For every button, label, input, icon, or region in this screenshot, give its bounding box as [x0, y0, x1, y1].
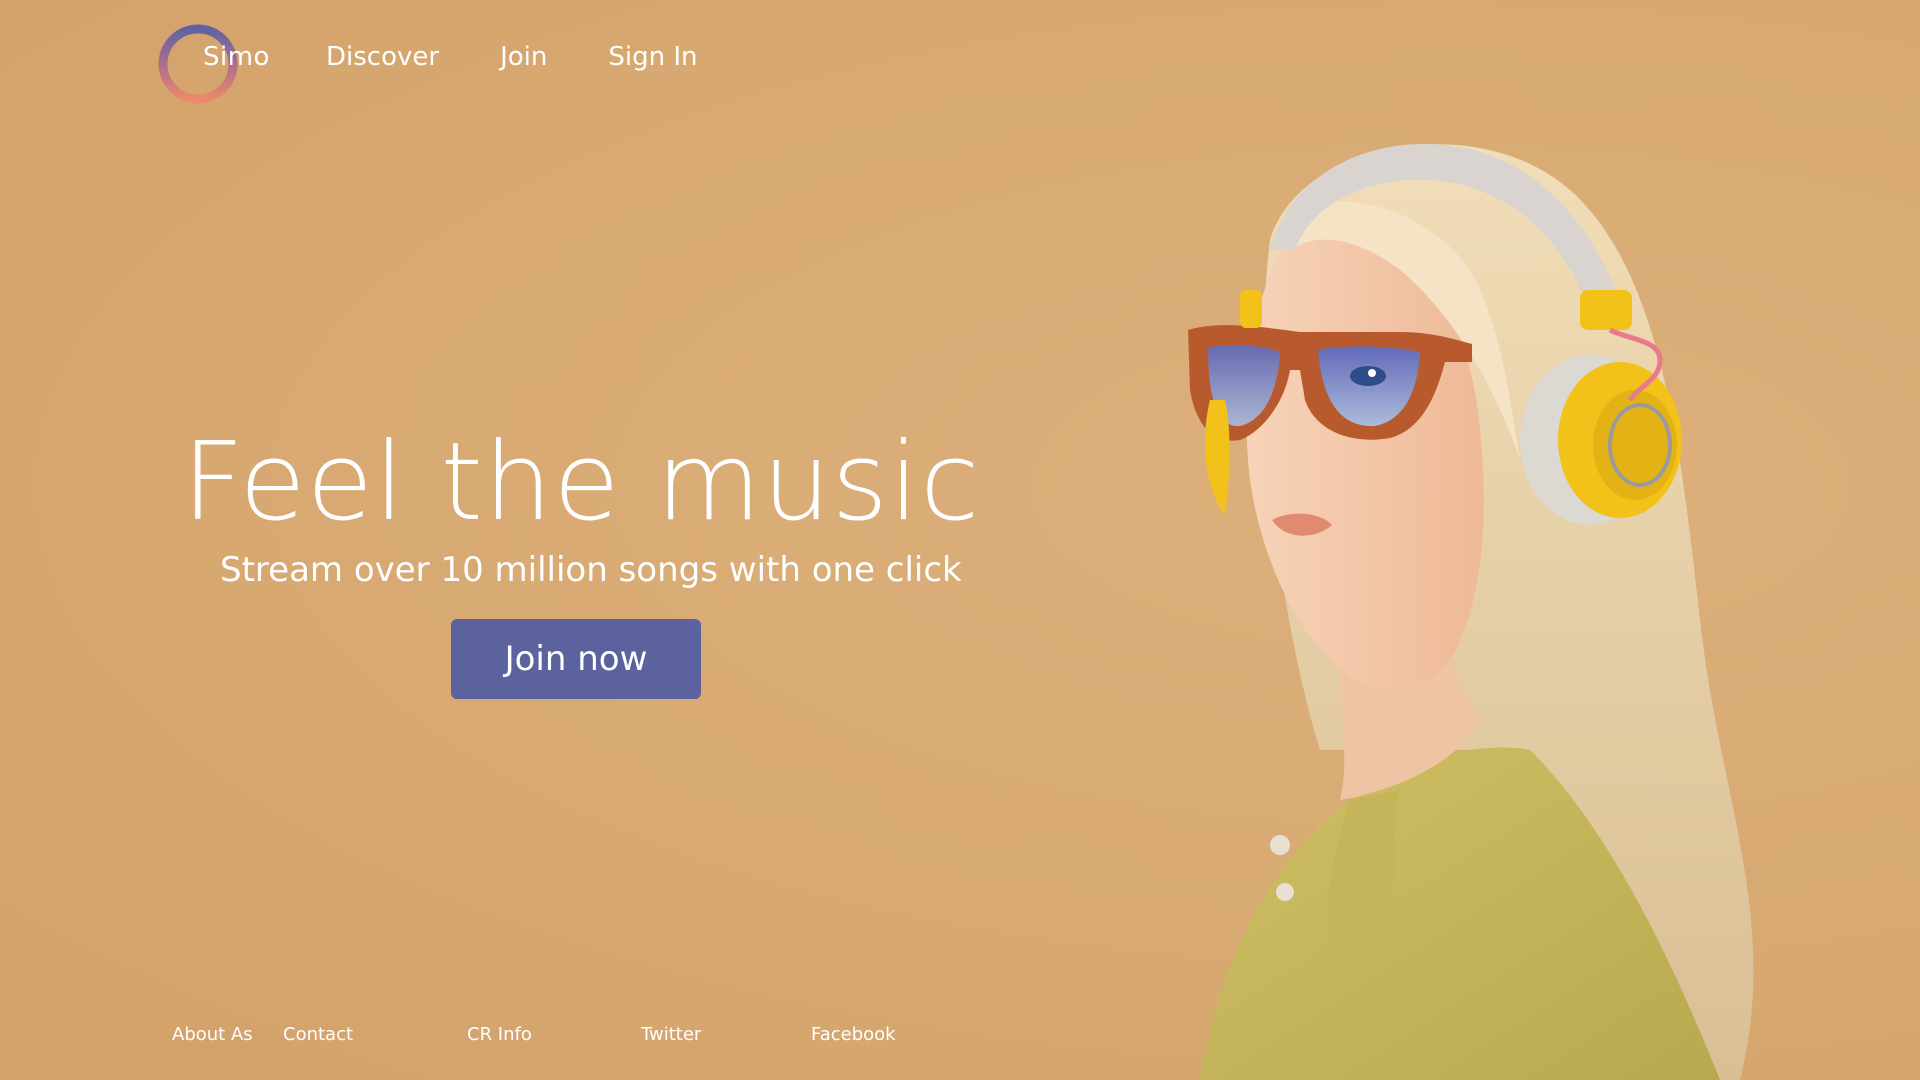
landing-page: Simo Discover Join Sign In Feel the musi…	[0, 0, 1920, 1080]
nav-link-discover[interactable]: Discover	[326, 42, 439, 72]
hero-subtitle: Stream over 10 million songs with one cl…	[220, 550, 962, 590]
hero-portrait-image	[1188, 144, 1754, 1080]
brand-logo[interactable]: Simo	[158, 22, 269, 106]
top-nav: Simo Discover Join Sign In	[158, 22, 697, 106]
nav-links: Discover Join Sign In	[326, 42, 697, 72]
nav-link-join[interactable]: Join	[500, 42, 547, 72]
footer-link-contact[interactable]: Contact	[283, 1024, 467, 1045]
hero-title: Feel the music	[182, 420, 981, 545]
footer-link-facebook[interactable]: Facebook	[811, 1024, 896, 1045]
nav-link-sign-in[interactable]: Sign In	[608, 42, 697, 72]
join-now-button[interactable]: Join now	[451, 619, 701, 699]
footer-link-about[interactable]: About As	[172, 1024, 283, 1045]
footer-link-twitter[interactable]: Twitter	[641, 1024, 811, 1045]
brand-name: Simo	[203, 42, 270, 72]
footer-link-cr-info[interactable]: CR Info	[467, 1024, 641, 1045]
footer-links: About As Contact CR Info Twitter Faceboo…	[172, 1024, 896, 1045]
